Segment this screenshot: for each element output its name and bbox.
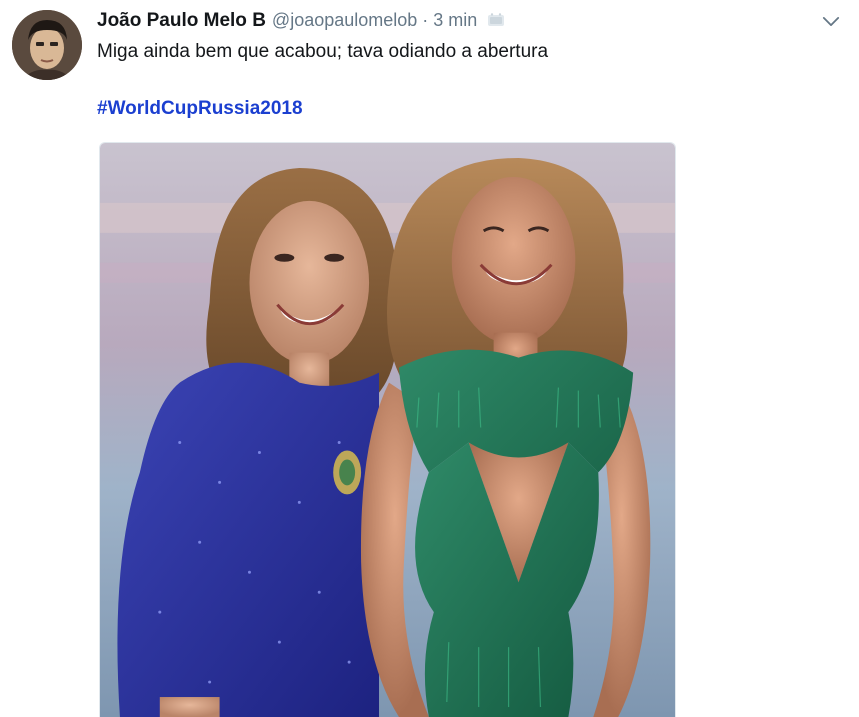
chevron-down-icon[interactable]	[818, 10, 844, 32]
avatar-image	[12, 10, 82, 80]
tweet-timestamp[interactable]: 3 min	[433, 10, 477, 31]
tweet-text: Miga ainda bem que acabou; tava odiando …	[97, 41, 549, 62]
user-avatar[interactable]	[12, 10, 82, 80]
tweet-header: João Paulo Melo B @joaopaulomelob · 3 mi…	[97, 10, 505, 36]
tweet-photo[interactable]	[99, 142, 676, 717]
photo-image	[100, 143, 675, 717]
tweet: João Paulo Melo B @joaopaulomelob · 3 mi…	[0, 0, 859, 717]
app-icon	[487, 13, 505, 27]
separator-dot: ·	[422, 10, 429, 30]
author-name[interactable]: João Paulo Melo B	[97, 10, 266, 32]
author-handle[interactable]: @joaopaulomelob	[272, 10, 417, 31]
hashtag-link[interactable]: #WorldCupRussia2018	[97, 98, 303, 120]
